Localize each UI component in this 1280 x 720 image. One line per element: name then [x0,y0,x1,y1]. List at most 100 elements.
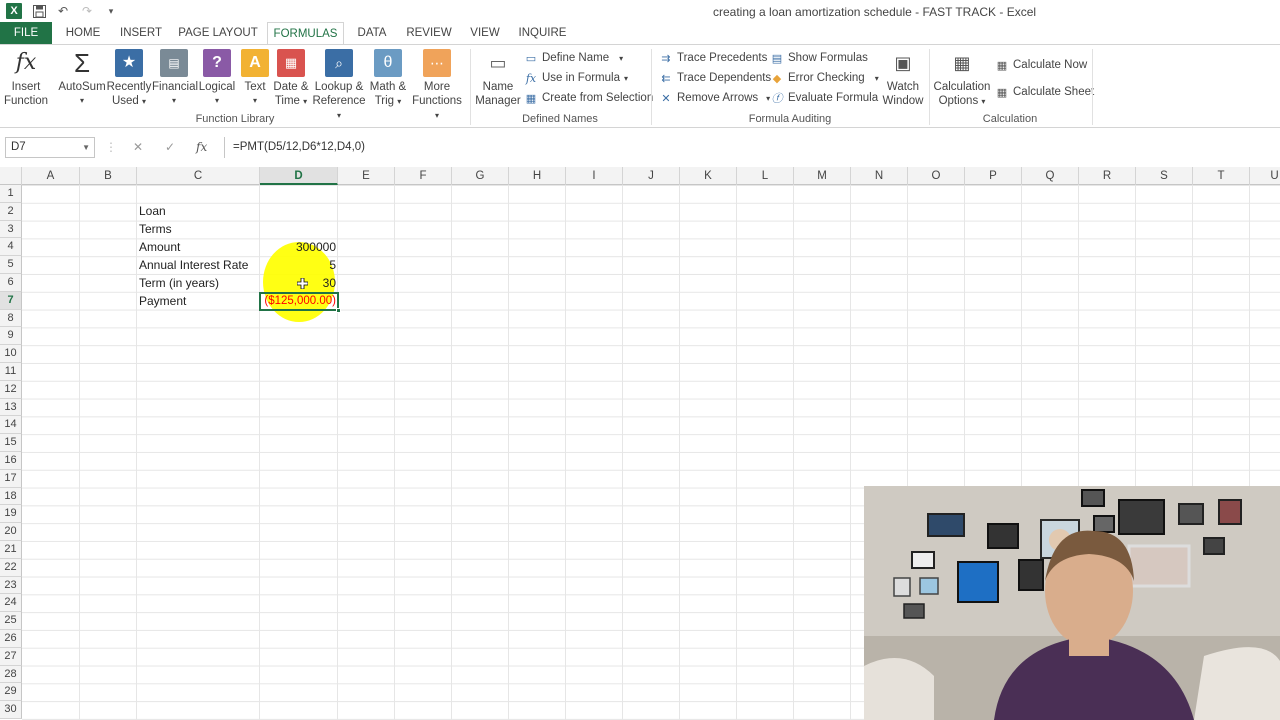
tab-view[interactable]: VIEW [466,22,504,44]
lookup-reference-button[interactable]: ⌕ Lookup & Reference ▾ [311,49,367,123]
column-header-n[interactable]: N [851,167,908,185]
tab-page-layout[interactable]: PAGE LAYOUT [178,22,258,44]
calculate-sheet-button[interactable]: ▦ Calculate Sheet [995,85,1094,99]
recently-used-button[interactable]: ★ Recently Used ▾ [106,49,152,109]
calculate-now-button[interactable]: ▦ Calculate Now [995,58,1087,72]
row-header-29[interactable]: 29 [0,683,22,702]
cell-c5[interactable]: Annual Interest Rate [137,257,259,275]
row-header-2[interactable]: 2 [0,202,22,221]
row-header-19[interactable]: 19 [0,505,22,524]
trace-dependents-button[interactable]: ⇇ Trace Dependents [659,71,771,85]
column-header-t[interactable]: T [1193,167,1250,185]
excel-logo-icon[interactable]: X [6,3,22,19]
row-header-10[interactable]: 10 [0,345,22,363]
name-box[interactable]: D7 ▼ [5,137,95,158]
column-header-p[interactable]: P [965,167,1022,185]
column-header-f[interactable]: F [395,167,452,185]
show-formulas-button[interactable]: ▤ Show Formulas [770,51,868,65]
row-header-26[interactable]: 26 [0,630,22,648]
row-header-17[interactable]: 17 [0,469,22,488]
tab-inquire[interactable]: INQUIRE [515,22,570,44]
formula-input[interactable]: =PMT(D5/12,D6*12,D4,0) [224,137,1280,158]
tab-formulas[interactable]: FORMULAS [267,22,344,45]
cell-d5[interactable]: 5 [260,257,339,275]
column-header-j[interactable]: J [623,167,680,185]
insert-function-icon[interactable]: fx [196,140,207,154]
column-header-l[interactable]: L [737,167,794,185]
enter-icon[interactable]: ✓ [165,140,175,154]
row-header-3[interactable]: 3 [0,220,22,239]
column-header-m[interactable]: M [794,167,851,185]
select-all-corner[interactable] [0,167,22,185]
tab-data[interactable]: DATA [352,22,392,44]
customize-qat-icon[interactable]: ▾ [104,4,118,18]
remove-arrows-button[interactable]: ✕ Remove Arrows ▾ [659,91,770,105]
math-trig-button[interactable]: θ Math & Trig ▾ [367,49,409,109]
cell-c6[interactable]: Term (in years) [137,275,259,293]
undo-icon[interactable]: ↶ [56,4,70,18]
tab-review[interactable]: REVIEW [404,22,454,44]
column-header-b[interactable]: B [80,167,137,185]
use-in-formula-button[interactable]: fx Use in Formula ▾ [524,71,628,85]
cell-c7[interactable]: Payment [137,293,259,311]
trace-precedents-button[interactable]: ⇉ Trace Precedents [659,51,767,65]
row-header-11[interactable]: 11 [0,363,22,381]
financial-button[interactable]: ▤ Financial ▾ [152,49,198,108]
row-header-8[interactable]: 8 [0,309,22,328]
row-header-18[interactable]: 18 [0,487,22,506]
text-button[interactable]: A Text ▾ [240,49,270,108]
row-header-28[interactable]: 28 [0,665,22,684]
define-name-button[interactable]: ▭ Define Name ▾ [524,51,623,65]
evaluate-formula-button[interactable]: ⓕ Evaluate Formula [770,91,879,105]
row-header-30[interactable]: 30 [0,701,22,719]
column-header-e[interactable]: E [338,167,395,185]
row-header-12[interactable]: 12 [0,380,22,399]
watch-window-button[interactable]: ▣ Watch Window [880,49,926,108]
autosum-button[interactable]: Σ AutoSum ▾ [57,49,107,108]
tab-home[interactable]: HOME [60,22,106,44]
row-header-16[interactable]: 16 [0,452,22,470]
cell-c2[interactable]: Loan [137,203,259,221]
error-checking-button[interactable]: ◆ Error Checking ▾ [770,71,879,85]
column-header-u[interactable]: U [1250,167,1280,185]
column-header-d[interactable]: D [260,167,338,185]
column-header-c[interactable]: C [137,167,260,185]
chevron-down-icon[interactable]: ▼ [82,138,90,157]
insert-function-button[interactable]: fx Insert Function [3,49,49,108]
more-functions-button[interactable]: ⋯ More Functions ▾ [409,49,465,123]
cell-c3[interactable]: Terms [137,221,259,239]
row-header-21[interactable]: 21 [0,541,22,559]
row-header-15[interactable]: 15 [0,434,22,452]
create-from-selection-button[interactable]: ▦ Create from Selection [524,91,653,105]
row-header-14[interactable]: 14 [0,416,22,435]
row-header-20[interactable]: 20 [0,523,22,541]
row-header-6[interactable]: 6 [0,274,22,292]
save-icon[interactable] [32,4,46,18]
calculation-options-button[interactable]: ▦ Calculation Options ▾ [932,49,992,109]
column-header-i[interactable]: I [566,167,623,185]
column-header-k[interactable]: K [680,167,737,185]
logical-button[interactable]: ? Logical ▾ [197,49,237,108]
row-header-23[interactable]: 23 [0,576,22,595]
cell-d4[interactable]: 300000 [260,239,339,257]
row-header-25[interactable]: 25 [0,612,22,630]
column-header-r[interactable]: R [1079,167,1136,185]
column-header-s[interactable]: S [1136,167,1193,185]
date-time-button[interactable]: ▦ Date & Time ▾ [272,49,310,109]
row-header-22[interactable]: 22 [0,558,22,577]
redo-icon[interactable]: ↷ [80,4,94,18]
tab-file[interactable]: FILE [0,22,52,44]
column-header-g[interactable]: G [452,167,509,185]
row-header-9[interactable]: 9 [0,327,22,346]
row-header-4[interactable]: 4 [0,238,22,257]
column-header-q[interactable]: Q [1022,167,1079,185]
row-header-27[interactable]: 27 [0,647,22,666]
name-manager-button[interactable]: ▭ Name Manager [474,49,522,108]
column-header-h[interactable]: H [509,167,566,185]
tab-insert[interactable]: INSERT [116,22,166,44]
row-header-1[interactable]: 1 [0,185,22,203]
column-header-o[interactable]: O [908,167,965,185]
column-header-a[interactable]: A [22,167,80,185]
row-header-24[interactable]: 24 [0,594,22,613]
fill-handle[interactable] [336,308,341,313]
